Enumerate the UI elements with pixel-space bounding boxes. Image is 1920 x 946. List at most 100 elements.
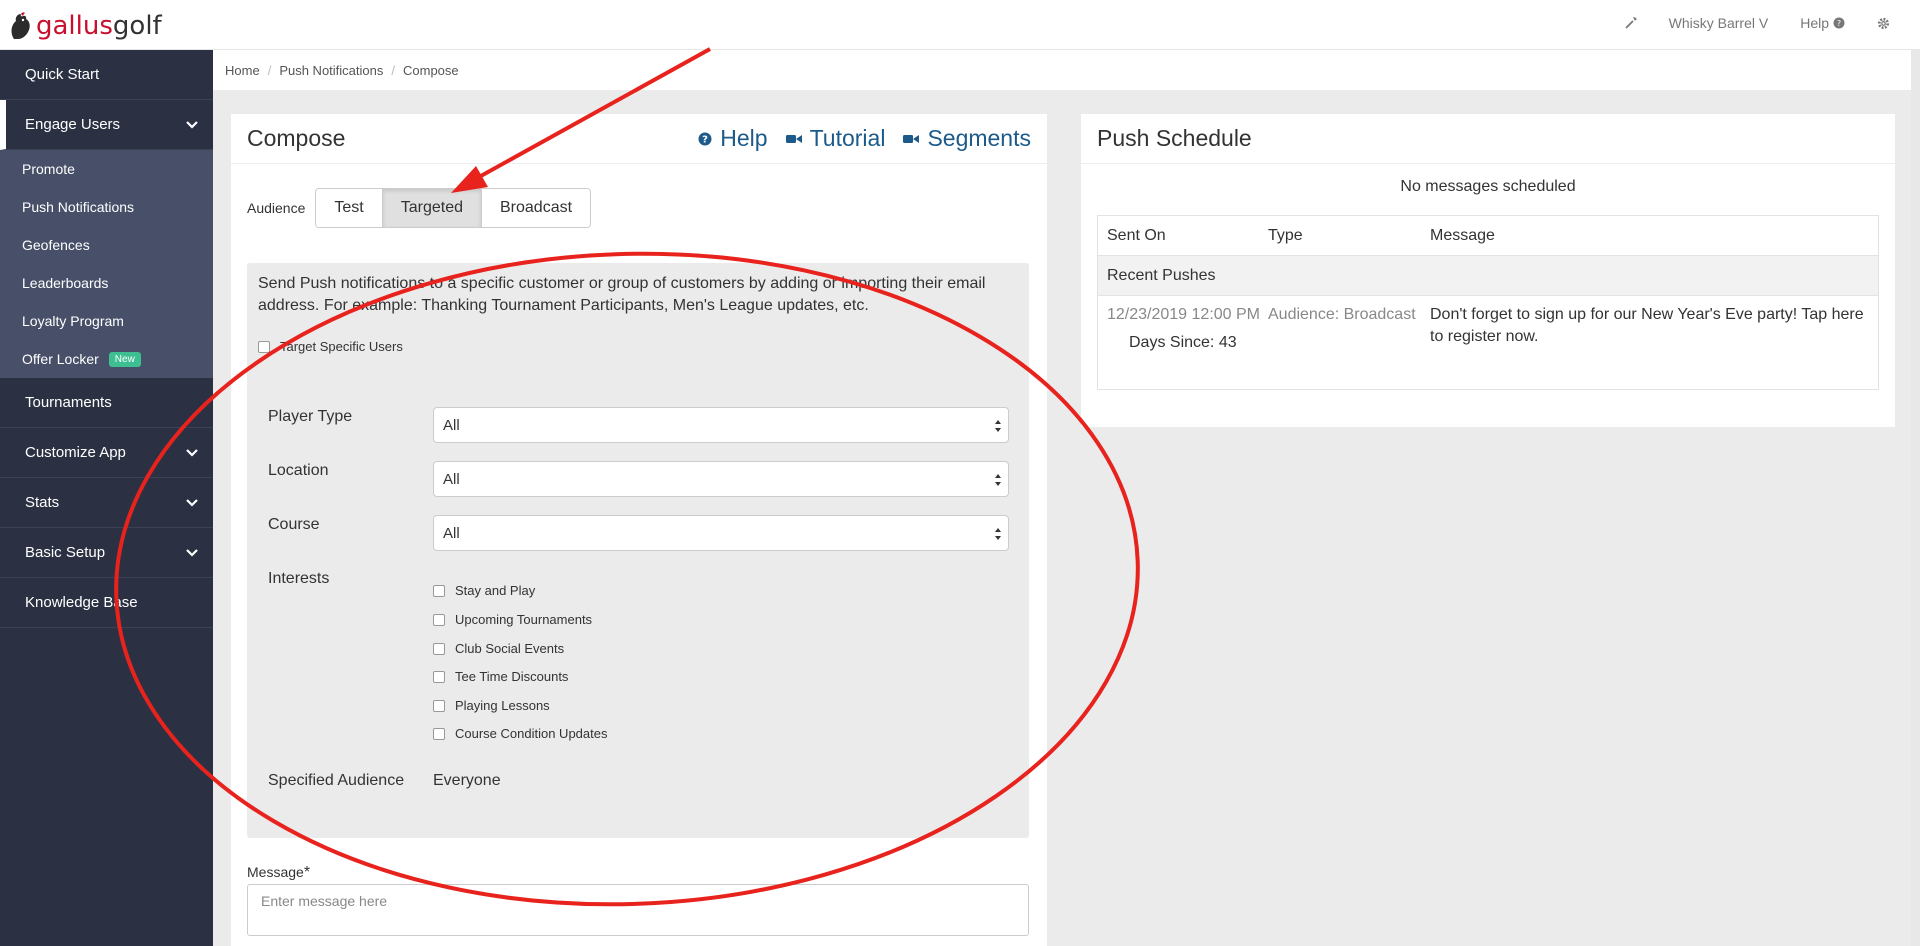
column-header: Sent On <box>1107 226 1166 244</box>
brand-part1: gallus <box>36 11 113 41</box>
audience-targeted-button[interactable]: Targeted <box>382 189 482 227</box>
new-badge: New <box>108 351 141 367</box>
sidebar-item-label: Basic Setup <box>25 544 106 561</box>
type-cell: Audience: Broadcast <box>1268 306 1416 323</box>
sidebar-item-tournaments[interactable]: Tournaments <box>0 378 213 428</box>
target-specific-users-checkbox[interactable] <box>258 340 270 353</box>
sidebar-item-label: Quick Start <box>25 66 100 83</box>
schedule-table: Sent On Type Message Recent Pushes 12/23… <box>1097 215 1879 390</box>
svg-text:?: ? <box>1837 19 1841 28</box>
interest-label: Upcoming Tournaments <box>455 612 593 627</box>
interest-option[interactable]: Upcoming Tournaments <box>433 612 592 627</box>
interest-checkbox[interactable] <box>433 613 445 626</box>
audience-broadcast-button[interactable]: Broadcast <box>482 189 591 227</box>
select-arrows-icon <box>995 474 1001 486</box>
interest-label: Club Social Events <box>455 641 565 656</box>
target-specific-users-option[interactable]: Target Specific Users <box>258 339 403 354</box>
sidebar-item-customize-app[interactable]: Customize App <box>0 428 213 478</box>
interest-option[interactable]: Club Social Events <box>433 641 564 656</box>
sidebar-subitem-label: Promote <box>22 161 75 177</box>
breadcrumb-home[interactable]: Home <box>225 63 260 78</box>
question-circle-icon: ? <box>1833 17 1845 29</box>
sent-on-cell: 12/23/2019 12:00 PM Days Since: 43 <box>1098 304 1264 354</box>
interest-checkbox[interactable] <box>433 670 445 683</box>
sent-on-value: 12/23/2019 12:00 PM <box>1107 306 1261 323</box>
sidebar-subitem-label: Loyalty Program <box>22 313 124 329</box>
schedule-header: Push Schedule <box>1081 114 1895 164</box>
select-arrows-icon <box>995 420 1001 432</box>
breadcrumb-push-notifications[interactable]: Push Notifications <box>279 63 383 78</box>
sidebar-item-leaderboards[interactable]: Leaderboards <box>0 264 213 302</box>
magic-wand-button[interactable] <box>1624 17 1637 29</box>
sidebar-item-loyalty-program[interactable]: Loyalty Program <box>0 302 213 340</box>
interest-checkbox[interactable] <box>433 642 445 655</box>
logo[interactable]: gallusgolf <box>8 10 162 42</box>
interest-label: Playing Lessons <box>455 698 550 713</box>
targeting-description: Send Push notifications to a specific cu… <box>258 275 986 314</box>
sidebar-item-quick-start[interactable]: Quick Start <box>0 50 213 100</box>
brand-name: gallusgolf <box>36 11 162 41</box>
help-link[interactable]: ? Help <box>698 125 768 152</box>
message-label: Message* <box>247 864 310 882</box>
main-content: Home / Push Notifications / Compose Comp… <box>213 50 1920 946</box>
specified-audience-label: Specified Audience <box>268 772 405 789</box>
sidebar-item-label: Customize App <box>25 444 126 461</box>
player-type-select[interactable]: All <box>433 407 1009 443</box>
breadcrumb-compose: Compose <box>403 62 459 78</box>
specified-audience-value: Everyone <box>433 772 501 789</box>
sidebar-item-basic-setup[interactable]: Basic Setup <box>0 528 213 578</box>
select-arrows-icon <box>995 528 1001 540</box>
video-camera-icon <box>785 134 802 143</box>
table-row[interactable]: 12/23/2019 12:00 PM Days Since: 43 Audie… <box>1098 296 1878 389</box>
interests-label: Interests <box>268 570 330 587</box>
interest-checkbox[interactable] <box>433 699 445 712</box>
location-select[interactable]: All <box>433 461 1009 497</box>
page-scrollbar[interactable] <box>1911 50 1920 946</box>
sidebar-item-geofences[interactable]: Geofences <box>0 226 213 264</box>
breadcrumb-separator: / <box>267 62 272 78</box>
message-input[interactable]: Enter message here <box>247 884 1029 936</box>
interest-option[interactable]: Stay and Play <box>433 583 535 598</box>
sidebar-item-push-notifications[interactable]: Push Notifications <box>0 188 213 226</box>
course-value: All <box>443 524 460 542</box>
schedule-title: Push Schedule <box>1097 125 1252 151</box>
sidebar-item-label: Engage Users <box>25 116 121 133</box>
gear-icon <box>1877 17 1890 29</box>
tutorial-link-label: Tutorial <box>809 125 886 151</box>
tutorial-link[interactable]: Tutorial <box>785 125 886 152</box>
interest-option[interactable]: Tee Time Discounts <box>433 669 568 684</box>
course-label: Course <box>268 516 320 533</box>
targeting-section: Send Push notifications to a specific cu… <box>247 263 1029 838</box>
interest-checkbox[interactable] <box>433 727 445 740</box>
brand-part2: golf <box>112 11 162 41</box>
sidebar-item-knowledge-base[interactable]: Knowledge Base <box>0 578 213 628</box>
sidebar-item-promote[interactable]: Promote <box>0 150 213 188</box>
breadcrumb-separator: / <box>391 62 395 78</box>
sidebar-item-offer-locker[interactable]: Offer Locker New <box>0 340 213 378</box>
video-camera-icon <box>903 134 920 143</box>
interest-option[interactable]: Course Condition Updates <box>433 726 607 741</box>
magic-wand-icon <box>1624 17 1637 29</box>
sidebar-item-stats[interactable]: Stats <box>0 478 213 528</box>
rooster-logo-icon <box>11 12 30 39</box>
settings-button[interactable] <box>1877 17 1890 30</box>
audience-test-button[interactable]: Test <box>316 189 383 227</box>
help-menu[interactable]: Help ? <box>1800 15 1845 31</box>
segments-link[interactable]: Segments <box>903 125 1031 152</box>
interest-option[interactable]: Playing Lessons <box>433 698 550 713</box>
sidebar-subitem-label: Leaderboards <box>22 275 109 291</box>
message-label-text: Message <box>247 864 304 880</box>
account-menu[interactable]: Whisky Barrel V <box>1669 15 1769 31</box>
interest-checkbox[interactable] <box>433 584 445 597</box>
sidebar-item-engage-users[interactable]: Engage Users <box>0 100 213 150</box>
top-nav: Whisky Barrel V Help ? <box>1624 0 1890 46</box>
table-header-row: Sent On Type Message <box>1098 216 1878 256</box>
days-since-value: Days Since: 43 <box>1129 334 1237 351</box>
course-select[interactable]: All <box>433 515 1009 551</box>
chevron-down-icon <box>186 121 198 129</box>
audience-label: Audience <box>247 200 306 216</box>
target-specific-users-label: Target Specific Users <box>280 339 403 354</box>
account-name: Whisky Barrel V <box>1668 15 1769 31</box>
push-schedule-panel: Push Schedule No messages scheduled Sent… <box>1081 114 1895 427</box>
compose-panel: Compose ? Help Tutorial Segments Audienc… <box>231 114 1047 946</box>
